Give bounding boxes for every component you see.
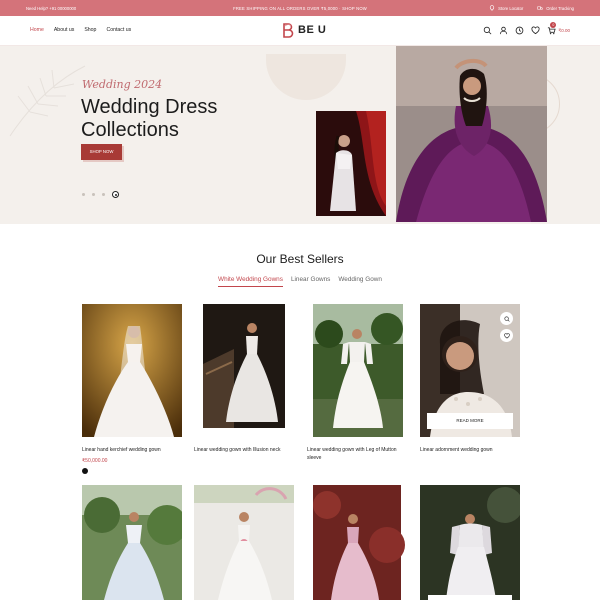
read-more-button[interactable]: READ MORE <box>427 413 513 429</box>
cart-button[interactable]: 0 ₹0.00 <box>547 22 570 35</box>
product-card-7[interactable] <box>307 485 407 600</box>
location-pin-icon <box>490 5 495 11</box>
product-name[interactable]: Linear wedding gown with Leg of Mutton s… <box>307 447 407 462</box>
color-swatch-black[interactable] <box>82 467 88 474</box>
wishlist-button[interactable] <box>500 329 513 342</box>
product-name[interactable]: Linear wedding gown with Illusion neck <box>194 447 294 455</box>
history-icon[interactable] <box>515 26 524 35</box>
product-image-5[interactable] <box>82 485 187 600</box>
slider-dot-2[interactable] <box>92 193 95 196</box>
quick-actions <box>500 312 513 342</box>
shop-now-button[interactable]: SHOP NOW <box>81 144 122 160</box>
nav-shop[interactable]: Shop <box>84 27 96 33</box>
section-title-best-sellers: Our Best Sellers <box>256 252 344 266</box>
search-icon[interactable] <box>483 26 492 35</box>
product-image-7[interactable] <box>307 485 407 600</box>
slider-dots <box>82 191 119 198</box>
tab-white-wedding-gowns[interactable]: White Wedding Gowns <box>218 276 283 287</box>
top-announcement-bar: Need Help? +91 00000000 FREE SHIPPING ON… <box>0 0 600 16</box>
nav-home[interactable]: Home <box>30 27 44 33</box>
product-tabs: White Wedding Gowns Linear Gowns Wedding… <box>0 276 600 287</box>
slider-dot-1[interactable] <box>82 193 85 196</box>
store-locator-label: Store Locator <box>498 5 524 11</box>
order-tracking-label: Order Tracking <box>546 5 574 11</box>
search-icon <box>503 315 510 322</box>
product-image-8[interactable] <box>420 485 523 600</box>
quick-view-button[interactable] <box>500 312 513 325</box>
product-card-2[interactable]: Linear wedding gown with Illusion neck <box>194 304 294 455</box>
product-card-1[interactable]: Linear hand kerchief wedding gown ₹50,00… <box>82 304 182 474</box>
hero-title: Wedding Dress Collections <box>81 96 218 141</box>
header-actions: 0 ₹0.00 <box>483 22 570 35</box>
heart-icon <box>503 332 510 338</box>
slider-dot-4[interactable] <box>112 191 119 198</box>
site-header: Home About us Shop Contact us BE U 0 ₹0.… <box>0 16 600 46</box>
hero-image-red-curtain <box>316 111 386 216</box>
product-image-2[interactable] <box>194 304 294 437</box>
tab-wedding-gown[interactable]: Wedding Gown <box>338 276 382 287</box>
store-locator-link[interactable]: Store Locator <box>489 5 523 11</box>
cart-amount: ₹0.00 <box>558 27 570 33</box>
site-logo[interactable]: BE U <box>281 22 326 38</box>
product-image-1[interactable] <box>82 304 182 437</box>
slider-dot-3[interactable] <box>102 193 105 196</box>
user-icon[interactable] <box>499 26 508 35</box>
hero-subtitle: Wedding 2024 <box>82 78 163 91</box>
product-card-4[interactable]: READ MORE Linear adornment wedding gown <box>420 304 520 455</box>
product-card-5[interactable] <box>82 485 187 600</box>
tab-linear-gowns[interactable]: Linear Gowns <box>291 276 330 287</box>
product-card-6[interactable] <box>194 485 294 600</box>
order-tracking-link[interactable]: Order Tracking <box>537 5 574 11</box>
brand-name: BE U <box>298 24 327 36</box>
product-image-6[interactable] <box>194 485 294 600</box>
truck-icon <box>537 6 543 10</box>
hero-image-purple-gown <box>396 46 547 222</box>
nav-contact[interactable]: Contact us <box>106 27 131 33</box>
product-card-8[interactable] <box>420 485 523 600</box>
hero-decor-shape <box>266 54 346 100</box>
leaf-decor-icon <box>9 65 86 137</box>
product-image-3[interactable] <box>307 304 407 437</box>
product-name[interactable]: Linear hand kerchief wedding gown <box>82 447 182 455</box>
nav-about[interactable]: About us <box>54 27 74 33</box>
product-price: ₹50,000.00 <box>82 457 108 464</box>
heart-icon[interactable] <box>531 26 540 35</box>
brand-monogram-icon <box>283 23 294 38</box>
hero-slider: Wedding 2024 Wedding Dress Collections S… <box>0 46 600 224</box>
product-card-3[interactable]: Linear wedding gown with Leg of Mutton s… <box>307 304 407 462</box>
product-name[interactable]: Linear adornment wedding gown <box>420 447 520 455</box>
topbar-links: Store Locator Order Tracking <box>489 5 574 11</box>
main-nav: Home About us Shop Contact us <box>30 27 131 33</box>
